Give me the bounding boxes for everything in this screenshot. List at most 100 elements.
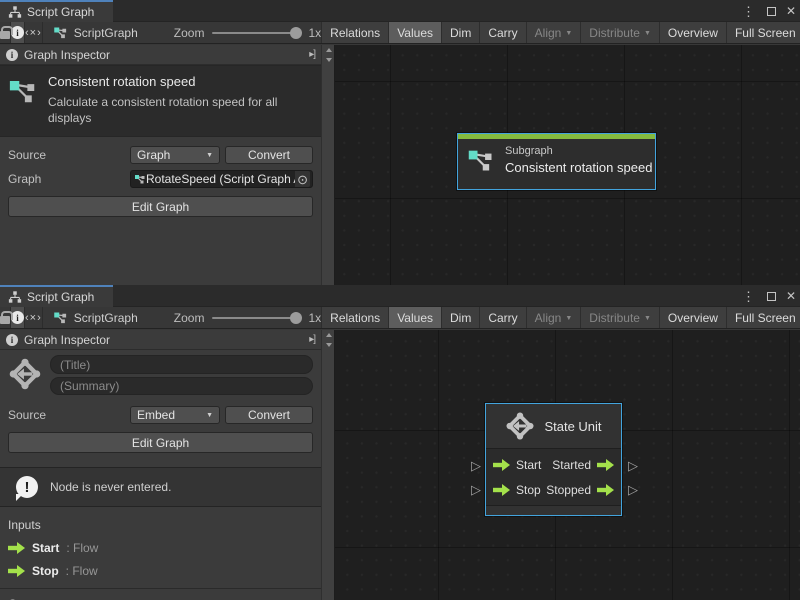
flow-arrow-icon bbox=[8, 565, 25, 577]
zoom-control: Zoom 1x bbox=[148, 22, 321, 43]
lock-button[interactable] bbox=[0, 307, 11, 328]
window-close-icon[interactable]: ✕ bbox=[786, 5, 796, 17]
zoom-slider-knob[interactable] bbox=[290, 27, 302, 39]
zoom-value: 1x bbox=[308, 311, 321, 325]
convert-button[interactable]: Convert bbox=[225, 406, 313, 424]
source-dropdown[interactable]: Embed ▼ bbox=[130, 406, 220, 424]
title-input[interactable] bbox=[50, 355, 313, 374]
warning-icon: ! bbox=[16, 476, 38, 498]
toolbar-toggles: Relations Values Dim Carry Align▼ Distri… bbox=[321, 307, 800, 328]
tab-script-graph[interactable]: Script Graph bbox=[0, 285, 113, 307]
unity-editor-stage: Script Graph ⋮ ✕ i ‹×› ScriptGraph bbox=[0, 0, 800, 600]
align-dropdown[interactable]: Align▼ bbox=[526, 22, 581, 43]
align-dropdown[interactable]: Align▼ bbox=[526, 307, 581, 328]
tab-label: Script Graph bbox=[27, 290, 94, 304]
graph-inspector-panel: i Graph Inspector ▸] bbox=[0, 330, 335, 600]
distribute-dropdown[interactable]: Distribute▼ bbox=[580, 22, 659, 43]
chevron-down-icon: ▼ bbox=[565, 315, 572, 322]
lock-button[interactable] bbox=[0, 22, 11, 43]
zoom-slider[interactable] bbox=[212, 317, 300, 319]
lock-icon bbox=[0, 316, 10, 324]
subgraph-node[interactable]: Subgraph Consistent rotation speed bbox=[457, 133, 656, 190]
scroll-down-icon[interactable] bbox=[322, 55, 335, 65]
flow-out-port[interactable] bbox=[597, 484, 614, 496]
flow-in-port[interactable] bbox=[493, 459, 510, 471]
chevron-down-icon: ▼ bbox=[644, 315, 651, 322]
dock-icon[interactable]: ▸] bbox=[309, 334, 315, 345]
graph-breadcrumb[interactable]: ScriptGraph bbox=[43, 307, 148, 328]
inspector-scrollbar[interactable] bbox=[321, 45, 334, 285]
port-row: Stop Stopped bbox=[486, 477, 621, 502]
distribute-dropdown[interactable]: Distribute▼ bbox=[580, 307, 659, 328]
tab-script-graph[interactable]: Script Graph bbox=[0, 0, 113, 22]
state-unit-node[interactable]: State Unit Start Started bbox=[485, 403, 622, 516]
info-icon: i bbox=[6, 334, 18, 346]
external-port-triangle[interactable]: ▷ bbox=[628, 483, 638, 496]
flow-out-port[interactable] bbox=[597, 459, 614, 471]
graph-toolbar: i ‹×› ScriptGraph Zoom 1x Relations Valu… bbox=[0, 307, 800, 329]
edit-graph-button[interactable]: Edit Graph bbox=[8, 196, 313, 217]
scroll-up-icon[interactable] bbox=[322, 330, 335, 340]
carry-button[interactable]: Carry bbox=[479, 307, 525, 328]
convert-button[interactable]: Convert bbox=[225, 146, 313, 164]
inspector-toggle-button[interactable]: i bbox=[11, 22, 25, 43]
graph-canvas[interactable]: Subgraph Consistent rotation speed bbox=[335, 45, 800, 285]
window-menu-icon[interactable]: ⋮ bbox=[740, 5, 757, 18]
external-port-triangle[interactable]: ▷ bbox=[628, 459, 638, 472]
carry-button[interactable]: Carry bbox=[479, 22, 525, 43]
script-graph-icon bbox=[8, 76, 38, 106]
zoom-slider-knob[interactable] bbox=[290, 312, 302, 324]
relations-button[interactable]: Relations bbox=[321, 307, 388, 328]
graph-canvas[interactable]: State Unit Start Started bbox=[335, 330, 800, 600]
window-close-icon[interactable]: ✕ bbox=[786, 290, 796, 302]
values-button[interactable]: Values bbox=[388, 307, 441, 328]
external-port-triangle[interactable]: ▷ bbox=[471, 483, 481, 496]
values-button[interactable]: Values bbox=[388, 22, 441, 43]
breadcrumb-label: ScriptGraph bbox=[74, 311, 138, 325]
state-unit-icon bbox=[505, 411, 535, 441]
state-unit-icon bbox=[8, 357, 42, 391]
external-port-triangle[interactable]: ▷ bbox=[471, 459, 481, 472]
dim-button[interactable]: Dim bbox=[441, 22, 479, 43]
script-graph-icon bbox=[53, 25, 68, 40]
full-screen-button[interactable]: Full Screen bbox=[726, 307, 800, 328]
inspector-toggle-button[interactable]: i bbox=[11, 307, 25, 328]
zoom-control: Zoom 1x bbox=[148, 307, 321, 328]
object-picker-icon[interactable]: ⊙ bbox=[295, 171, 310, 187]
source-dropdown[interactable]: Graph ▼ bbox=[130, 146, 220, 164]
summary-input[interactable] bbox=[50, 377, 313, 395]
graph-breadcrumb[interactable]: ScriptGraph bbox=[43, 22, 148, 43]
code-view-button[interactable]: ‹×› bbox=[25, 307, 43, 328]
zoom-slider[interactable] bbox=[212, 32, 300, 34]
warning-box: ! Node is never entered. bbox=[0, 467, 321, 507]
relations-button[interactable]: Relations bbox=[321, 22, 388, 43]
overview-button[interactable]: Overview bbox=[659, 22, 726, 43]
graph-object-field[interactable]: RotateSpeed (Script Graph A ⊙ bbox=[130, 170, 313, 188]
scroll-up-icon[interactable] bbox=[322, 45, 335, 55]
inspector-title: Graph Inspector bbox=[24, 48, 110, 62]
chevron-down-icon: ▼ bbox=[206, 152, 213, 159]
window-maximize-icon[interactable] bbox=[767, 292, 776, 301]
chevron-down-icon: ▼ bbox=[565, 30, 572, 37]
flow-in-port[interactable] bbox=[493, 484, 510, 496]
graph-toolbar: i ‹×› ScriptGraph Zoom 1x Relations Valu… bbox=[0, 22, 800, 44]
inspector-scrollbar[interactable] bbox=[321, 330, 334, 600]
graph-inspector-header: i Graph Inspector ▸] bbox=[0, 330, 321, 350]
window-menu-icon[interactable]: ⋮ bbox=[740, 290, 757, 303]
node-title: Consistent rotation speed bbox=[505, 160, 652, 175]
overview-button[interactable]: Overview bbox=[659, 307, 726, 328]
edit-graph-button[interactable]: Edit Graph bbox=[8, 432, 313, 453]
graph-inspector-panel: i Graph Inspector ▸] Consistent rotation bbox=[0, 45, 335, 285]
dim-button[interactable]: Dim bbox=[441, 307, 479, 328]
graph-field-label: Graph bbox=[8, 172, 130, 186]
lock-icon bbox=[0, 31, 10, 39]
full-screen-button[interactable]: Full Screen bbox=[726, 22, 800, 43]
scroll-down-icon[interactable] bbox=[322, 340, 335, 350]
script-graph-window-top: Script Graph ⋮ ✕ i ‹×› ScriptGraph bbox=[0, 0, 800, 285]
code-view-button[interactable]: ‹×› bbox=[25, 22, 43, 43]
zoom-label: Zoom bbox=[174, 26, 205, 40]
window-maximize-icon[interactable] bbox=[767, 7, 776, 16]
node-kind-label: Subgraph bbox=[505, 145, 652, 157]
window-controls: ⋮ ✕ bbox=[740, 285, 796, 307]
dock-icon[interactable]: ▸] bbox=[309, 49, 315, 60]
